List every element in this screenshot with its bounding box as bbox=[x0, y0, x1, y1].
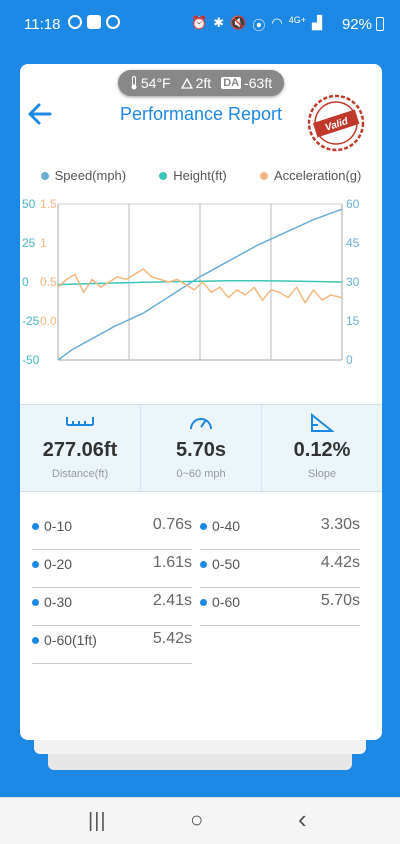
split-time: 1.61s bbox=[152, 554, 192, 571]
chart-legend: Speed(mph) Height(ft) Acceleration(g) bbox=[20, 168, 382, 183]
alarm-icon: ⏰ bbox=[191, 15, 208, 30]
y-tick-label-acceleration: 1.5 bbox=[40, 197, 57, 211]
system-icons: ⏰ ✱ 🔇 ⦿ ◠ 4G+ ▟ bbox=[191, 15, 322, 34]
signal-icon: ▟ bbox=[312, 15, 322, 30]
youtube-icon bbox=[87, 15, 101, 29]
bluetooth-icon: ✱ bbox=[213, 15, 225, 30]
battery-icon bbox=[376, 17, 384, 31]
performance-report-card: 54°F 2ft DA -63ft Performance Report Val… bbox=[20, 64, 382, 740]
split-bullet bbox=[200, 523, 207, 530]
temperature-value: 54°F bbox=[140, 75, 171, 91]
metric-zero-to-sixty: 5.70s 0~60 mph bbox=[141, 405, 262, 491]
split-time: 5.42s bbox=[152, 630, 192, 647]
metric-distance: 277.06ft Distance(ft) bbox=[20, 405, 141, 491]
split-bullet bbox=[32, 523, 39, 530]
split-time: 5.70s bbox=[320, 592, 360, 609]
wifi-icon: ◠ bbox=[271, 15, 283, 30]
notification-icons bbox=[68, 15, 120, 29]
density-altitude-group: DA -63ft bbox=[221, 75, 272, 91]
y-tick-label-acceleration: 0.5 bbox=[40, 275, 57, 289]
split-row[interactable]: 0-50 4.42s bbox=[200, 550, 360, 588]
metric-value: 5.70s bbox=[175, 439, 227, 461]
mute-icon: 🔇 bbox=[230, 15, 247, 30]
y-tick-label-acceleration: 1 bbox=[40, 236, 47, 250]
split-label: 0-50 bbox=[212, 556, 241, 572]
thermometer-icon bbox=[131, 76, 137, 90]
split-label: 0-30 bbox=[44, 594, 73, 610]
location-icon: ⦿ bbox=[252, 18, 266, 33]
y-tick-label-acceleration: 0.0 bbox=[40, 314, 57, 328]
valid-stamp: Valid bbox=[307, 94, 365, 152]
density-altitude-value: -63ft bbox=[244, 75, 273, 91]
y-tick-label-height: 25 bbox=[22, 236, 36, 250]
split-bullet bbox=[32, 561, 39, 568]
performance-chart: 50250-25-5050250-25-501.510.50.060453015… bbox=[22, 197, 360, 367]
elevation-value: 2ft bbox=[195, 75, 212, 91]
legend-dot bbox=[259, 171, 268, 180]
metric-value: 0.12% bbox=[293, 439, 351, 461]
split-label: 0-10 bbox=[44, 518, 73, 534]
y-tick-label-height: 50 bbox=[22, 197, 36, 211]
mountain-icon bbox=[180, 77, 193, 89]
battery-percent: 92% bbox=[341, 16, 372, 33]
split-bullet bbox=[32, 637, 39, 644]
slope-icon bbox=[311, 413, 334, 432]
legend-dot bbox=[40, 171, 49, 180]
legend-dot bbox=[159, 171, 168, 180]
split-bullet bbox=[200, 561, 207, 568]
split-row[interactable]: 0-20 1.61s bbox=[32, 550, 192, 588]
metric-slope: 0.12% Slope bbox=[262, 405, 382, 491]
y-tick-label-height: 0 bbox=[22, 275, 29, 289]
split-bullet bbox=[200, 599, 207, 606]
messenger-icon bbox=[68, 15, 82, 29]
metric-label: Slope bbox=[307, 468, 337, 480]
y-tick-label-right: 30 bbox=[346, 275, 360, 289]
split-row[interactable]: 0-30 2.41s bbox=[32, 588, 192, 626]
split-time: 2.41s bbox=[152, 592, 192, 609]
split-label: 0-60(1ft) bbox=[44, 632, 97, 648]
split-row[interactable]: 0-10 0.76s bbox=[32, 512, 192, 550]
status-bar: 11:18 ⏰ ✱ 🔇 ⦿ ◠ 4G+ ▟ 92% bbox=[0, 0, 400, 48]
shazam-icon bbox=[106, 15, 120, 29]
y-tick-label-right: 15 bbox=[346, 314, 360, 328]
home-button[interactable]: ○ bbox=[190, 807, 203, 833]
metric-label: 0~60 mph bbox=[176, 468, 226, 480]
back-button[interactable]: ‹ bbox=[298, 804, 307, 835]
metric-value: 277.06ft bbox=[42, 439, 118, 461]
system-nav-bar: ||| ○ ‹ bbox=[0, 797, 400, 844]
temperature-group: 54°F bbox=[130, 75, 171, 91]
y-tick-label-right: 60 bbox=[346, 197, 360, 211]
legend-label: Acceleration(g) bbox=[273, 168, 362, 183]
y-tick-label-height: -25 bbox=[22, 314, 40, 328]
legend-label: Height(ft) bbox=[173, 168, 227, 183]
ruler-icon bbox=[66, 417, 94, 426]
split-label: 0-40 bbox=[212, 518, 241, 534]
split-time: 0.76s bbox=[152, 516, 192, 533]
network-type: 4G+ bbox=[288, 15, 306, 25]
recents-button[interactable]: ||| bbox=[88, 810, 107, 833]
legend-item-height[interactable]: Height(ft) bbox=[159, 168, 227, 183]
y-tick-label-height: -50 bbox=[22, 353, 40, 367]
elevation-group: 2ft bbox=[180, 75, 212, 91]
y-tick-label-right: 0 bbox=[346, 353, 353, 367]
metric-label: Distance(ft) bbox=[51, 468, 109, 480]
legend-item-acceleration[interactable]: Acceleration(g) bbox=[259, 168, 362, 183]
status-time: 11:18 bbox=[24, 16, 61, 33]
split-time: 4.42s bbox=[320, 554, 360, 571]
conditions-pill: 54°F 2ft DA -63ft bbox=[118, 70, 284, 96]
y-tick-label-right: 45 bbox=[346, 236, 360, 250]
metrics-row: 277.06ft Distance(ft) 5.70s 0~60 mph 0.1… bbox=[20, 404, 382, 492]
legend-item-speed[interactable]: Speed(mph) bbox=[40, 168, 127, 183]
split-row[interactable]: 0-40 3.30s bbox=[200, 512, 360, 550]
speedometer-icon bbox=[190, 418, 212, 430]
split-label: 0-20 bbox=[44, 556, 73, 572]
split-bullet bbox=[32, 599, 39, 606]
split-row[interactable]: 0-60(1ft) 5.42s bbox=[32, 626, 192, 664]
legend-label: Speed(mph) bbox=[54, 168, 127, 183]
split-row[interactable]: 0-60 5.70s bbox=[200, 588, 360, 626]
split-label: 0-60 bbox=[212, 594, 241, 610]
split-time: 3.30s bbox=[320, 516, 360, 533]
da-label: DA bbox=[221, 77, 242, 89]
